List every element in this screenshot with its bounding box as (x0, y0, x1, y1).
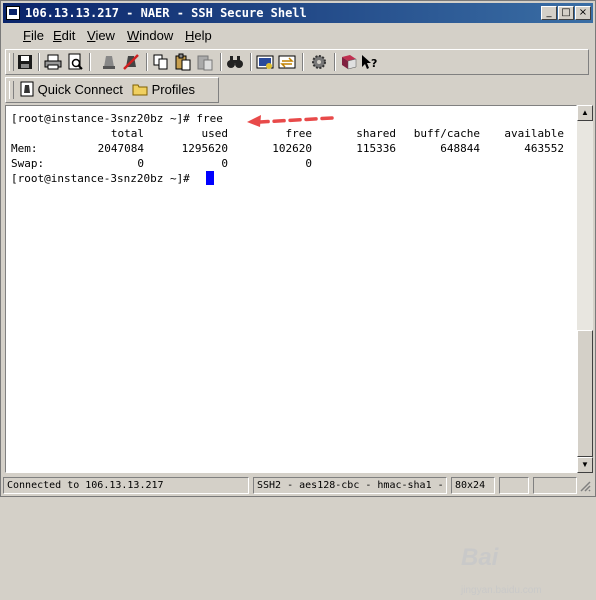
svg-text:?: ? (371, 57, 377, 70)
table-cell: 0 (221, 157, 228, 170)
table-cell: 2047084 (97, 142, 144, 155)
scroll-down-button[interactable]: ▼ (577, 457, 593, 473)
save-icon[interactable] (16, 53, 34, 71)
column-header-used: used (201, 127, 229, 140)
toolbar-separator (302, 53, 304, 71)
text-cursor (206, 171, 214, 185)
table-cell: 0 (305, 157, 312, 170)
copy-icon[interactable] (152, 53, 170, 71)
toolbar-separator (220, 53, 222, 71)
quick-connect-disabled-icon[interactable] (100, 53, 118, 71)
quick-connect-label: Quick Connect (37, 82, 123, 97)
row-label: Swap: (11, 157, 45, 170)
quick-connect-button[interactable]: Quick Connect (20, 81, 123, 99)
status-connection: Connected to 106.13.13.217 (3, 477, 249, 494)
status-panel-empty (499, 477, 529, 494)
help-book-icon[interactable] (340, 53, 358, 71)
annotation-arrow (247, 115, 334, 127)
toolbar-separator (89, 53, 91, 71)
watermark-main: Bai (461, 544, 499, 571)
status-panel-empty (533, 477, 577, 494)
connect-toolbar: Quick Connect Profiles (5, 77, 219, 103)
menu-window[interactable]: Window (127, 28, 173, 43)
terminal-command-line: [root@instance-3snz20bz ~]# free (11, 112, 223, 125)
column-header-free: free (285, 127, 313, 140)
menu-file[interactable]: File (23, 28, 44, 43)
toolbar-grip[interactable] (9, 81, 14, 99)
table-cell: 115336 (356, 142, 396, 155)
main-toolbar: ? (5, 49, 589, 75)
settings-gear-icon[interactable] (310, 53, 328, 71)
table-cell: 0 (137, 157, 144, 170)
column-header-total: total (110, 127, 144, 140)
table-cell: 1295620 (181, 142, 228, 155)
status-cipher: SSH2 - aes128-cbc - hmac-sha1 - (253, 477, 447, 494)
menu-edit[interactable]: Edit (53, 28, 75, 43)
terminal-prompt-line: [root@instance-3snz20bz ~]# (11, 172, 197, 185)
title-bar[interactable]: 106.13.13.217 - NAER - SSH Secure Shell … (3, 3, 593, 23)
new-terminal-icon[interactable] (256, 53, 274, 71)
watermark-sub: jingyan.baidu.com (461, 585, 542, 596)
baidu-watermark: Bai jingyan.baidu.com (461, 544, 542, 600)
toolbar-separator (334, 53, 336, 71)
paste-disabled-icon[interactable] (196, 53, 214, 71)
new-file-transfer-icon[interactable] (278, 53, 296, 71)
table-cell: 463552 (524, 142, 564, 155)
profiles-label: Profiles (151, 82, 195, 97)
minimize-button[interactable]: _ (541, 6, 557, 20)
menu-help[interactable]: Help (185, 28, 212, 43)
status-terminal-size: 80x24 (451, 477, 495, 494)
menu-bar: File Edit View Window Help (3, 25, 593, 47)
menu-view[interactable]: View (87, 28, 115, 43)
toolbar-separator (250, 53, 252, 71)
disconnect-icon[interactable] (122, 53, 140, 71)
quick-connect-icon (20, 81, 34, 97)
toolbar-separator (38, 53, 40, 71)
ssh-window: 106.13.13.217 - NAER - SSH Secure Shell … (0, 0, 596, 596)
window-title: 106.13.13.217 - NAER - SSH Secure Shell (25, 6, 307, 20)
table-cell: 648844 (440, 142, 480, 155)
toolbar-separator (146, 53, 148, 71)
row-label: Mem: (11, 142, 38, 155)
context-help-icon[interactable]: ? (360, 53, 378, 71)
terminal-area[interactable]: [root@instance-3snz20bz ~]# free total u… (5, 105, 577, 596)
profiles-button[interactable]: Profiles (132, 81, 195, 99)
scroll-thumb[interactable] (577, 330, 593, 457)
resize-grip-icon[interactable] (579, 480, 591, 492)
print-preview-icon[interactable] (66, 53, 84, 71)
scroll-up-button[interactable]: ▲ (577, 105, 593, 121)
toolbar-grip[interactable] (9, 53, 14, 71)
paste-icon[interactable] (174, 53, 192, 71)
column-header-available: available (504, 127, 564, 140)
table-cell: 102620 (272, 142, 312, 155)
vertical-scrollbar[interactable]: ▲ ▼ (577, 105, 593, 473)
find-binoculars-icon[interactable] (226, 53, 244, 71)
maximize-button[interactable]: □ (558, 6, 574, 20)
close-button[interactable]: × (575, 6, 591, 20)
folder-icon (132, 84, 148, 96)
print-icon[interactable] (44, 53, 62, 71)
app-icon (6, 6, 20, 20)
column-header-shared: shared (356, 127, 396, 140)
status-bar: Connected to 106.13.13.217 SSH2 - aes128… (3, 475, 593, 495)
column-header-buff-cache: buff/cache (413, 127, 480, 140)
